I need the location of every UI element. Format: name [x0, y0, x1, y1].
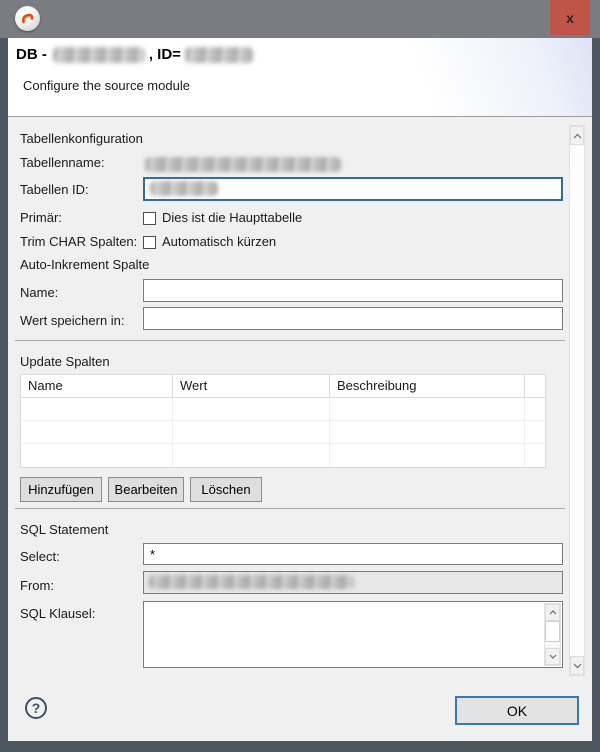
wert-speichern-input[interactable] — [143, 307, 563, 330]
name-label: Name: — [20, 285, 58, 300]
table-cell — [173, 444, 330, 467]
table-cell — [21, 398, 173, 420]
table-cell — [21, 444, 173, 467]
name-input[interactable] — [143, 279, 563, 302]
dialog-header: DB - , ID= Configure the source module — [8, 38, 592, 117]
from-label: From: — [20, 578, 54, 593]
redacted-db-id — [185, 47, 253, 63]
primaer-checkbox-label: Dies ist die Haupttabelle — [162, 210, 302, 225]
wert-speichern-label: Wert speichern in: — [20, 313, 125, 328]
update-spalten-table: Name Wert Beschreibung — [20, 374, 546, 468]
dialog-window: x DB -, ID= Configure the source module … — [0, 0, 600, 752]
chevron-down-icon — [573, 663, 582, 669]
primaer-label: Primär: — [20, 210, 62, 225]
table-cell — [21, 421, 173, 443]
table-cell — [173, 398, 330, 420]
sql-klausel-field — [143, 601, 563, 668]
help-glyph: ? — [32, 700, 41, 716]
table-row[interactable] — [21, 421, 545, 444]
chevron-up-icon — [573, 133, 582, 139]
table-cell — [330, 421, 525, 443]
ok-button[interactable]: OK — [455, 696, 579, 725]
separator — [15, 340, 565, 341]
redacted-tabellenname-value — [145, 157, 341, 172]
table-cell — [330, 398, 525, 420]
table-cell — [330, 444, 525, 467]
table-cell — [173, 421, 330, 443]
main-scroll-up-button[interactable] — [570, 126, 584, 145]
chevron-up-icon — [549, 610, 557, 615]
table-header-beschreibung[interactable]: Beschreibung — [330, 375, 525, 397]
dialog-content: Tabellenkonfiguration Tabellenname: Tabe… — [8, 117, 592, 678]
trim-checkbox-label: Automatisch kürzen — [162, 234, 276, 249]
table-header-extra[interactable] — [525, 375, 545, 397]
tabellenname-label: Tabellenname: — [20, 155, 105, 170]
table-cell — [525, 421, 545, 443]
chevron-down-icon — [549, 654, 557, 659]
table-header-row: Name Wert Beschreibung — [21, 375, 545, 398]
main-scroll-down-button[interactable] — [570, 656, 584, 675]
table-cell — [525, 398, 545, 420]
scroll-down-button[interactable] — [545, 648, 560, 665]
sql-klausel-label: SQL Klausel: — [20, 606, 95, 621]
table-cell — [525, 444, 545, 467]
dialog-footer: ? OK — [8, 678, 592, 741]
tabellen-id-input[interactable] — [143, 177, 563, 201]
dialog-title-prefix: DB - — [16, 46, 47, 63]
trim-char-spalten-label: Trim CHAR Spalten: — [20, 234, 137, 249]
scroll-up-button[interactable] — [545, 604, 560, 621]
dialog-title-mid: , ID= — [149, 46, 181, 63]
dialog-title: DB - , ID= — [16, 46, 253, 63]
section-sql-statement: SQL Statement — [20, 522, 108, 537]
section-tabellenkonfiguration: Tabellenkonfiguration — [20, 131, 143, 146]
loeschen-button[interactable]: Löschen — [190, 477, 262, 502]
separator — [15, 508, 565, 509]
scrollbar-thumb[interactable] — [545, 621, 560, 642]
redacted-from-value — [149, 575, 354, 589]
select-label: Select: — [20, 549, 60, 564]
select-input[interactable] — [143, 543, 563, 565]
close-icon: x — [566, 10, 574, 26]
table-header-wert[interactable]: Wert — [173, 375, 330, 397]
section-update-spalten: Update Spalten — [20, 354, 110, 369]
dialog-subtitle: Configure the source module — [23, 78, 190, 93]
from-input[interactable] — [143, 571, 563, 594]
redacted-tabellen-id-value — [150, 181, 218, 196]
sql-klausel-textarea[interactable] — [144, 602, 544, 667]
app-logo-icon — [15, 6, 40, 31]
hinzufuegen-button[interactable]: Hinzufügen — [20, 477, 102, 502]
primaer-checkbox[interactable] — [143, 212, 156, 225]
table-row[interactable] — [21, 398, 545, 421]
section-auto-inkrement: Auto-Inkrement Spalte — [20, 257, 149, 272]
titlebar[interactable]: x — [0, 0, 600, 38]
main-scrollbar[interactable] — [569, 125, 585, 676]
table-row[interactable] — [21, 444, 545, 467]
close-button[interactable]: x — [550, 0, 590, 35]
table-header-name[interactable]: Name — [21, 375, 173, 397]
help-icon[interactable]: ? — [25, 697, 47, 719]
textarea-scrollbar[interactable] — [544, 603, 561, 666]
tabellen-id-label: Tabellen ID: — [20, 182, 89, 197]
redacted-db-name — [53, 47, 145, 63]
trim-checkbox[interactable] — [143, 236, 156, 249]
bearbeiten-button[interactable]: Bearbeiten — [108, 477, 184, 502]
